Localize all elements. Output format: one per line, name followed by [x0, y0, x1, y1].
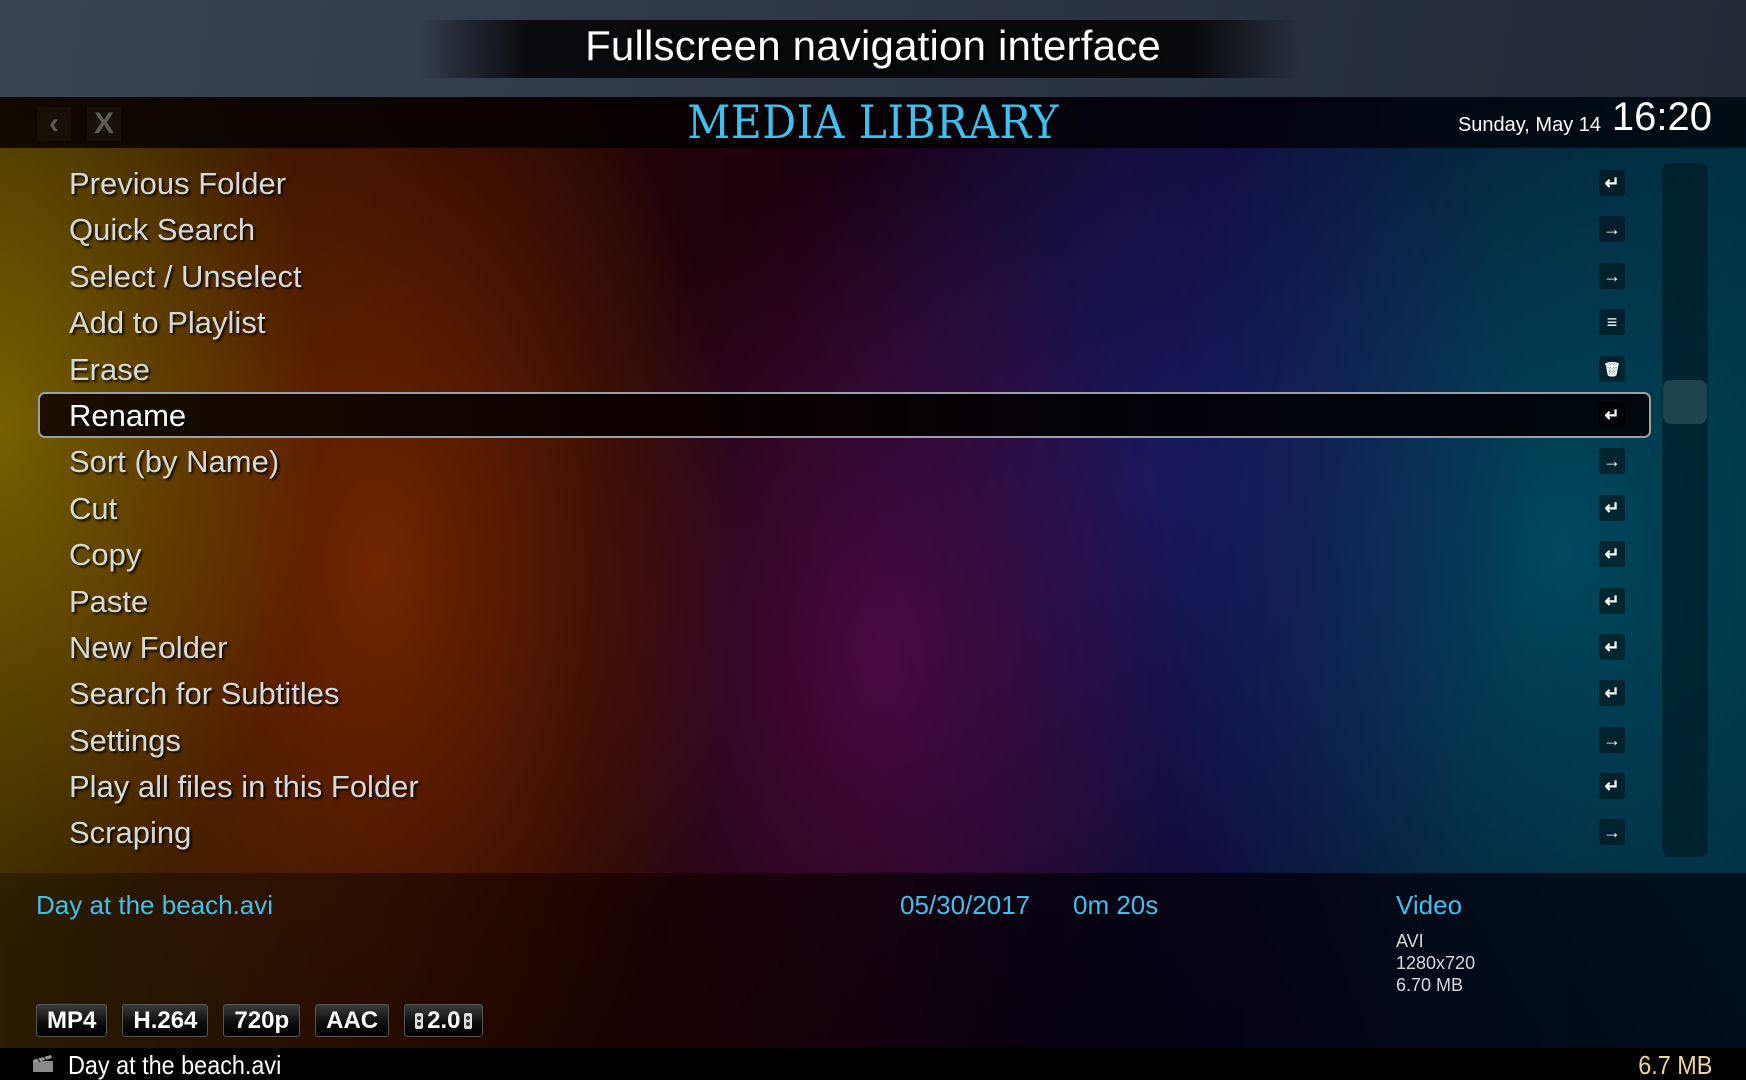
file-info-panel: Day at the beach.avi 05/30/2017 0m 20s V… — [0, 873, 1746, 1048]
menu-item-label: Copy — [69, 537, 142, 573]
menu-item-label: Paste — [69, 583, 149, 619]
menu-item[interactable]: Sort (by Name) → — [38, 438, 1651, 484]
menu-item-label: Sort (by Name) — [69, 444, 280, 480]
menu-item-label: Add to Playlist — [69, 305, 266, 341]
menu-item-label: Settings — [69, 722, 182, 758]
scrollbar-thumb[interactable] — [1663, 380, 1707, 424]
menu-item[interactable]: Cut ↵ — [38, 485, 1651, 531]
title-bar: ‹ X MEDIA LIBRARY Sunday, May 14 16:20 — [0, 97, 1746, 149]
arrow-right-icon: → — [1599, 216, 1625, 243]
status-size: 6.7 MB — [1637, 1050, 1712, 1080]
info-duration: 0m 20s — [1073, 890, 1159, 920]
enter-icon: ↵ — [1599, 494, 1625, 521]
menu-item[interactable]: Settings → — [38, 717, 1651, 763]
menu-item-label: Search for Subtitles — [69, 676, 340, 712]
info-filename: Day at the beach.avi — [36, 890, 274, 920]
menu-item[interactable]: Play all files in this Folder ↵ — [38, 763, 1651, 809]
menu-item-label: Scraping — [69, 815, 192, 851]
date-display: Sunday, May 14 — [1457, 114, 1601, 136]
menu-item-label: Cut — [69, 490, 118, 526]
audio-channels-badge: 2.0 — [404, 1004, 484, 1037]
arrow-right-icon: → — [1599, 448, 1625, 475]
menu-item[interactable]: Select / Unselect → — [38, 253, 1651, 299]
menu-item[interactable]: Search for Subtitles ↵ — [38, 670, 1651, 716]
enter-icon: ↵ — [1599, 587, 1625, 614]
arrow-right-icon: → — [1599, 262, 1625, 289]
status-filename: Day at the beach.avi — [68, 1050, 282, 1080]
audio-channels-value: 2.0 — [427, 1007, 461, 1034]
menu-item-label: New Folder — [69, 629, 228, 665]
media-library-app: ‹ X MEDIA LIBRARY Sunday, May 14 16:20 P… — [0, 97, 1746, 1080]
speaker-icon — [415, 1012, 424, 1029]
info-type: Video — [1396, 890, 1463, 920]
caption-text: Fullscreen navigation interface — [585, 22, 1161, 69]
audio-codec-badge: AAC — [315, 1004, 390, 1037]
menu-item-label: Select / Unselect — [69, 258, 302, 294]
context-menu-list: Previous Folder ↵ Quick Search → Select / Un… — [38, 160, 1651, 856]
status-bar: Day at the beach.avi 6.7 MB — [0, 1048, 1746, 1080]
menu-item[interactable]: Scraping → — [38, 809, 1651, 855]
resolution-badge: 720p — [223, 1004, 301, 1037]
chevron-left-icon: ‹ — [49, 107, 59, 140]
info-filesize: 6.70 MB — [1396, 975, 1464, 995]
playlist-icon: ≡ — [1599, 309, 1625, 336]
video-codec-badge: H.264 — [122, 1004, 209, 1037]
container-badge: MP4 — [36, 1004, 108, 1037]
media-flags: MP4 H.264 720p AAC 2.0 — [36, 1004, 484, 1037]
menu-item[interactable]: New Folder ↵ — [38, 624, 1651, 670]
trash-icon: 🗑 — [1599, 355, 1625, 382]
menu-item[interactable]: Previous Folder ↵ — [38, 160, 1651, 206]
menu-item[interactable]: Paste ↵ — [38, 578, 1651, 624]
enter-icon: ↵ — [1599, 633, 1625, 660]
menu-item[interactable]: Quick Search → — [38, 206, 1651, 252]
menu-item[interactable]: Copy ↵ — [38, 531, 1651, 577]
info-date: 05/30/2017 — [900, 890, 1031, 920]
enter-icon: ↵ — [1599, 773, 1625, 800]
menu-item-label: Quick Search — [69, 212, 256, 248]
clock-display: 16:20 — [1611, 97, 1712, 139]
scrollbar-track[interactable] — [1662, 163, 1708, 857]
menu-item-label: Rename — [69, 397, 187, 433]
menu-item-label: Previous Folder — [69, 166, 287, 201]
menu-item[interactable]: Rename ↵ — [38, 391, 1651, 439]
page-title: MEDIA LIBRARY — [687, 97, 1059, 149]
speaker-icon — [464, 1012, 473, 1029]
info-meta: AVI 1280x720 6.70 MB — [1396, 930, 1475, 996]
enter-icon: ↵ — [1599, 401, 1625, 428]
menu-item[interactable]: Add to Playlist ≡ — [38, 299, 1651, 345]
menu-item-label: Play all files in this Folder — [69, 769, 419, 805]
enter-icon: ↵ — [1599, 541, 1625, 568]
menu-item-label: Erase — [69, 351, 150, 387]
arrow-right-icon: → — [1599, 819, 1625, 846]
enter-icon: ↵ — [1599, 170, 1625, 196]
enter-icon: ↵ — [1599, 680, 1625, 707]
back-button[interactable]: ‹ — [37, 107, 71, 141]
info-container: AVI — [1396, 931, 1424, 951]
info-resolution: 1280x720 — [1396, 953, 1476, 973]
arrow-right-icon: → — [1599, 726, 1625, 753]
menu-item[interactable]: Erase 🗑 — [38, 346, 1651, 392]
clapperboard-icon — [33, 1055, 53, 1072]
caption-banner: Fullscreen navigation interface — [0, 0, 1746, 97]
